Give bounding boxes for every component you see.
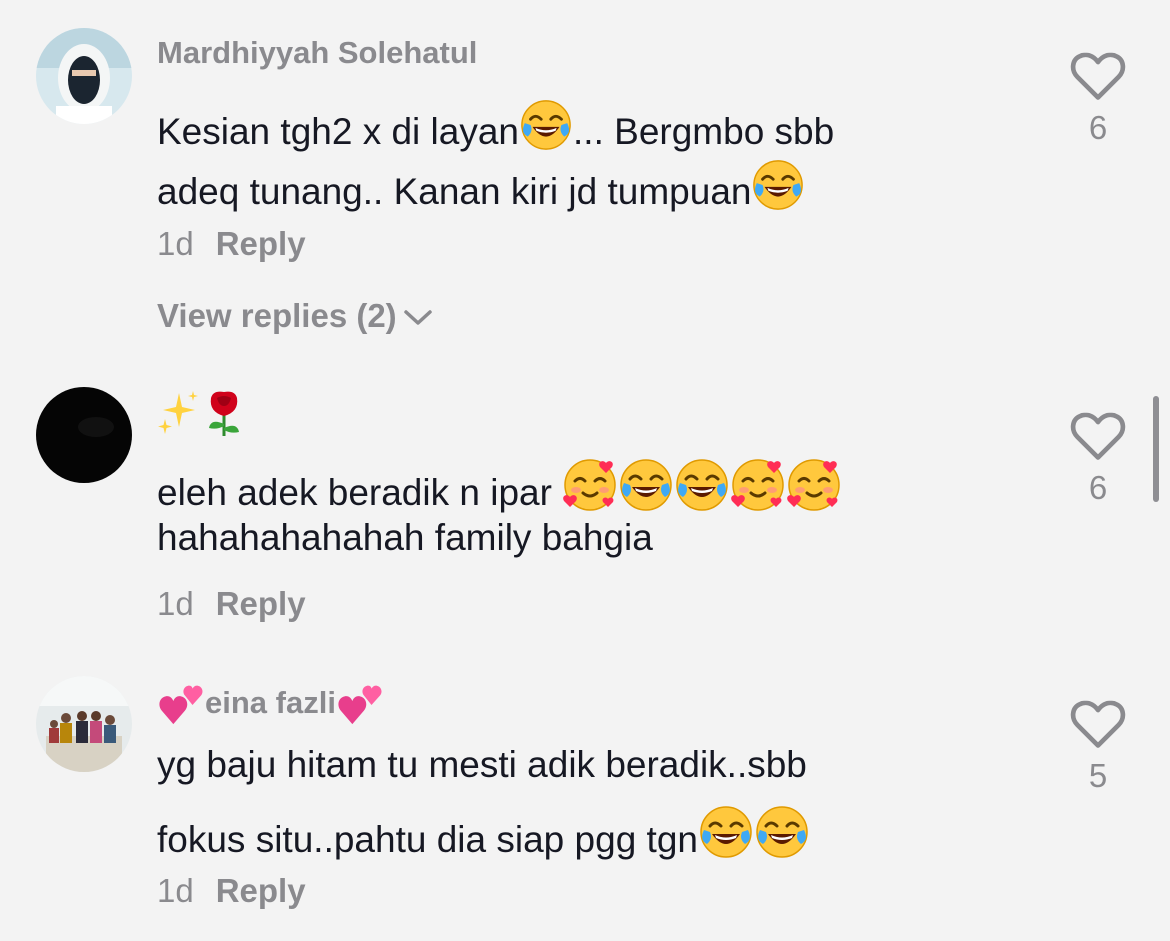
smiling-face-with-hearts-emoji-icon (730, 457, 786, 513)
reply-button[interactable]: Reply (216, 872, 306, 909)
two-hearts-emoji-icon (336, 682, 384, 728)
comment-text-line: yg baju hitam tu mesti adik beradik..sbb (157, 743, 807, 787)
comment-text: adeq tunang.. Kanan kiri jd tumpuan (157, 171, 752, 212)
like-button[interactable]: 6 (1068, 412, 1128, 507)
user-avatar[interactable] (36, 387, 132, 483)
like-count: 6 (1088, 469, 1108, 506)
like-button[interactable]: 6 (1068, 52, 1128, 147)
like-button[interactable]: 5 (1068, 700, 1128, 795)
like-count: 6 (1088, 109, 1108, 146)
heart-icon (1070, 412, 1126, 462)
sparkles-emoji-icon (158, 391, 198, 434)
chevron-down-icon (403, 310, 432, 326)
user-avatar[interactable] (36, 28, 132, 124)
avatar-dark-photo-icon (36, 387, 132, 483)
comment-text-line: eleh adek beradik n ipar (157, 457, 842, 515)
comment-time: 1d (157, 872, 194, 909)
comment-username[interactable]: Mardhiyyah Solehatul (157, 35, 477, 71)
scrollbar[interactable] (1153, 396, 1159, 502)
comment-text: ... Bergmbo sbb (573, 111, 835, 152)
avatar-hijab-photo-icon (36, 28, 132, 124)
comment-text: eleh adek beradik n ipar (157, 472, 563, 513)
comment-text: hahahahahahah family bahgia (157, 517, 653, 558)
tears-of-joy-emoji-icon (618, 457, 674, 513)
comment-meta: 1d Reply (157, 871, 306, 911)
smiling-face-with-hearts-emoji-icon (562, 457, 618, 513)
rose-emoji-icon (209, 391, 239, 436)
comment-meta: 1d Reply (157, 224, 306, 264)
tears-of-joy-emoji-icon (674, 457, 730, 513)
comment-text-line: Kesian tgh2 x di layan ... Bergmbo sbb (157, 98, 834, 154)
avatar-family-photo-icon (36, 676, 132, 772)
tears-of-joy-emoji-icon (751, 158, 805, 212)
tears-of-joy-emoji-icon (519, 98, 573, 152)
comment-username[interactable]: eina fazli (157, 682, 384, 728)
two-hearts-emoji-icon (157, 682, 205, 728)
comment-username-text: eina fazli (205, 685, 336, 721)
reply-button[interactable]: Reply (216, 225, 306, 262)
comments-screen: Mardhiyyah Solehatul Kesian tgh2 x di la… (0, 0, 1170, 941)
comment-text: fokus situ..pahtu dia siap pgg tgn (157, 819, 698, 860)
like-count: 5 (1088, 757, 1108, 794)
comment-username[interactable] (157, 388, 247, 438)
heart-icon (1070, 700, 1126, 750)
smiling-face-with-hearts-emoji-icon (786, 457, 842, 513)
reply-button[interactable]: Reply (216, 585, 306, 622)
tears-of-joy-emoji-icon (754, 804, 810, 860)
tears-of-joy-emoji-icon (698, 804, 754, 860)
comment-text-line: adeq tunang.. Kanan kiri jd tumpuan (157, 158, 805, 214)
user-avatar[interactable] (36, 676, 132, 772)
view-replies-label: View replies (2) (157, 297, 397, 334)
comment-text-line: hahahahahahah family bahgia (157, 516, 653, 560)
comment-time: 1d (157, 225, 194, 262)
heart-icon (1070, 52, 1126, 102)
comment-meta: 1d Reply (157, 584, 306, 624)
comment-time: 1d (157, 585, 194, 622)
comment-text: yg baju hitam tu mesti adik beradik..sbb (157, 744, 807, 785)
comment-text: Kesian tgh2 x di layan (157, 111, 520, 152)
comment-text-line: fokus situ..pahtu dia siap pgg tgn (157, 804, 810, 862)
view-replies-button[interactable]: View replies (2) (157, 296, 433, 336)
